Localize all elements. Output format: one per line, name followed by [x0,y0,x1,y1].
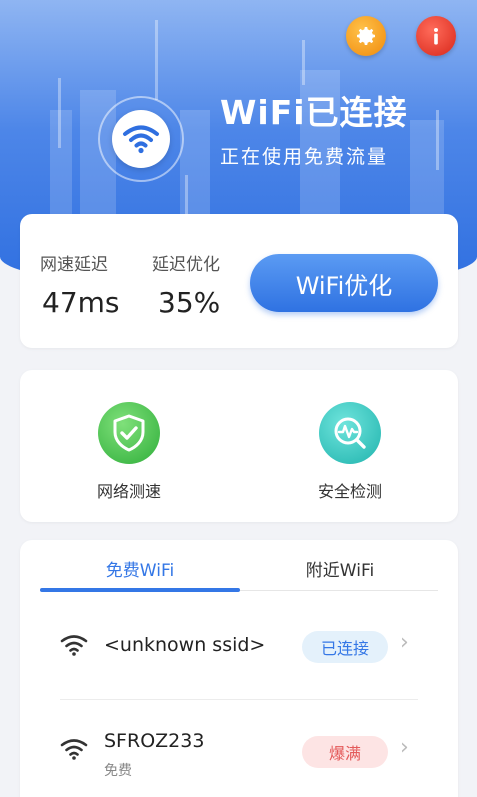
tab-nearby-wifi[interactable]: 附近WiFi [240,556,440,581]
speed-test-icon-wrap [98,402,160,464]
app-screen: WiFi已连接 正在使用免费流量 网速延迟 47ms 延迟优化 35% WiFi… [0,0,477,797]
wifi-signal-icon [60,739,88,760]
connection-title: WiFi已连接 [220,93,408,132]
status-badge: 已连接 [302,631,388,663]
wifi-list-card: 免费WiFi 附近WiFi <unknown ssid> 已连接 › SFROZ… [20,540,458,797]
shield-check-icon [113,414,145,452]
info-button[interactable] [416,16,456,56]
decor-line [436,110,439,170]
latency-label: 网速延迟 [40,255,108,275]
network-name: <unknown ssid> [104,634,266,656]
speed-test-tool[interactable]: 网络测速 [69,402,189,502]
wifi-signal-icon [60,635,88,656]
connection-subtitle: 正在使用免费流量 [220,146,389,168]
gear-icon [357,27,375,45]
metrics-card: 网速延迟 47ms 延迟优化 35% WiFi优化 [20,214,458,348]
security-check-tool[interactable]: 安全检测 [290,402,410,502]
network-row[interactable]: <unknown ssid> 已连接 › [20,600,458,690]
chevron-right-icon: › [400,735,409,760]
optimize-label: 延迟优化 [152,255,220,275]
decor-line [155,20,158,100]
wifi-optimize-button[interactable]: WiFi优化 [250,254,438,312]
tools-card: 网络测速 安全检测 [20,370,458,522]
latency-value: 47ms [42,286,120,319]
magnifier-icon [334,417,366,449]
tab-free-wifi[interactable]: 免费WiFi [40,556,240,581]
chevron-right-icon: › [400,630,409,655]
speed-test-label: 网络测速 [96,482,161,501]
settings-button[interactable] [346,16,386,56]
network-row[interactable]: SFROZ233 免费 爆满 › [20,700,458,790]
decor-line [58,78,61,148]
security-check-label: 安全检测 [317,482,382,501]
network-name: SFROZ233 [104,730,205,752]
status-badge: 爆满 [302,736,388,768]
tab-indicator [40,588,240,592]
wifi-icon [123,125,159,154]
wifi-status-badge [98,96,184,182]
optimize-value: 35% [158,286,221,319]
network-subtitle: 免费 [104,763,132,779]
security-check-icon-wrap [319,402,381,464]
info-icon [434,28,438,45]
decor-line [302,40,305,85]
